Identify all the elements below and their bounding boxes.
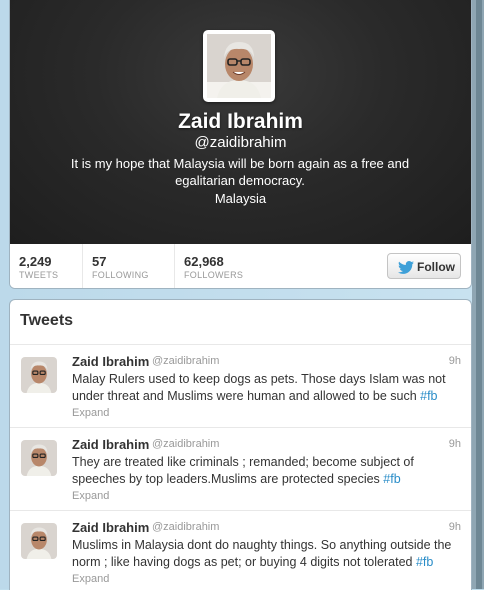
tweets-heading: Tweets bbox=[20, 312, 74, 329]
tweet-avatar[interactable] bbox=[21, 357, 57, 393]
tweet-hashtag[interactable]: #fb bbox=[416, 555, 433, 569]
scrollbar-track[interactable] bbox=[476, 0, 482, 589]
avatar-photo-icon bbox=[21, 523, 57, 559]
tweet-author-handle[interactable]: @zaidibrahim bbox=[152, 438, 219, 450]
tweet-timestamp[interactable]: 9h bbox=[449, 355, 461, 367]
profile-bio: It is my hope that Malaysia will be born… bbox=[70, 156, 410, 188]
tweet-hashtag[interactable]: #fb bbox=[420, 389, 437, 403]
tweet-author-handle[interactable]: @zaidibrahim bbox=[152, 355, 219, 367]
tweet-text: They are treated like criminals ; remand… bbox=[72, 454, 462, 488]
profile-card: Zaid Ibrahim @zaidibrahim It is my hope … bbox=[9, 0, 472, 289]
twitter-bird-icon bbox=[398, 261, 414, 274]
avatar-photo-icon bbox=[21, 440, 57, 476]
profile-screen-name[interactable]: @zaidibrahim bbox=[10, 134, 471, 151]
tweet-item[interactable]: Zaid Ibrahim @zaidibrahim 9h Malay Ruler… bbox=[10, 345, 471, 427]
stat-followers[interactable]: 62,968 FOLLOWERS bbox=[175, 244, 275, 288]
stat-tweets[interactable]: 2,249 TWEETS bbox=[10, 244, 83, 288]
tweet-timestamp[interactable]: 9h bbox=[449, 438, 461, 450]
tweets-module: Tweets Zaid Ibrahim @zaidibrahim 9h Mala… bbox=[9, 299, 472, 590]
profile-display-name: Zaid Ibrahim bbox=[178, 110, 303, 133]
tweet-expand-link[interactable]: Expand bbox=[72, 573, 109, 585]
tweet-body: They are treated like criminals ; remand… bbox=[72, 455, 414, 486]
follow-button[interactable]: Follow bbox=[387, 253, 461, 279]
tweet-expand-link[interactable]: Expand bbox=[72, 490, 109, 502]
stat-label: FOLLOWERS bbox=[184, 270, 244, 280]
avatar-photo-icon bbox=[21, 357, 57, 393]
profile-photo-icon bbox=[207, 34, 271, 98]
stat-label: TWEETS bbox=[19, 270, 59, 280]
tweet-timestamp[interactable]: 9h bbox=[449, 521, 461, 533]
tweet-item[interactable]: Zaid Ibrahim @zaidibrahim 9h Muslims in … bbox=[10, 511, 471, 590]
tweet-text: Muslims in Malaysia dont do naughty thin… bbox=[72, 537, 462, 571]
tweet-body: Muslims in Malaysia dont do naughty thin… bbox=[72, 538, 452, 569]
tweet-avatar[interactable] bbox=[21, 523, 57, 559]
tweet-expand-link[interactable]: Expand bbox=[72, 407, 109, 419]
tweet-author-name[interactable]: Zaid Ibrahim bbox=[72, 520, 149, 535]
tweet-author-handle[interactable]: @zaidibrahim bbox=[152, 521, 219, 533]
stat-count: 2,249 bbox=[19, 254, 52, 269]
tweet-text: Malay Rulers used to keep dogs as pets. … bbox=[72, 371, 462, 405]
follow-button-label: Follow bbox=[417, 260, 455, 274]
window-edge bbox=[472, 0, 484, 589]
stat-following[interactable]: 57 FOLLOWING bbox=[83, 244, 175, 288]
stat-count: 62,968 bbox=[184, 254, 224, 269]
tweet-avatar[interactable] bbox=[21, 440, 57, 476]
tweet-hashtag[interactable]: #fb bbox=[383, 472, 400, 486]
profile-header: Zaid Ibrahim @zaidibrahim It is my hope … bbox=[10, 0, 471, 244]
tweet-author-name[interactable]: Zaid Ibrahim bbox=[72, 437, 149, 452]
profile-avatar[interactable] bbox=[203, 30, 275, 102]
tweet-item[interactable]: Zaid Ibrahim @zaidibrahim 9h They are tr… bbox=[10, 428, 471, 510]
stat-count: 57 bbox=[92, 254, 107, 269]
profile-location: Malaysia bbox=[214, 191, 267, 206]
tweet-body: Malay Rulers used to keep dogs as pets. … bbox=[72, 372, 446, 403]
tweet-author-name[interactable]: Zaid Ibrahim bbox=[72, 354, 149, 369]
stat-label: FOLLOWING bbox=[92, 270, 149, 280]
